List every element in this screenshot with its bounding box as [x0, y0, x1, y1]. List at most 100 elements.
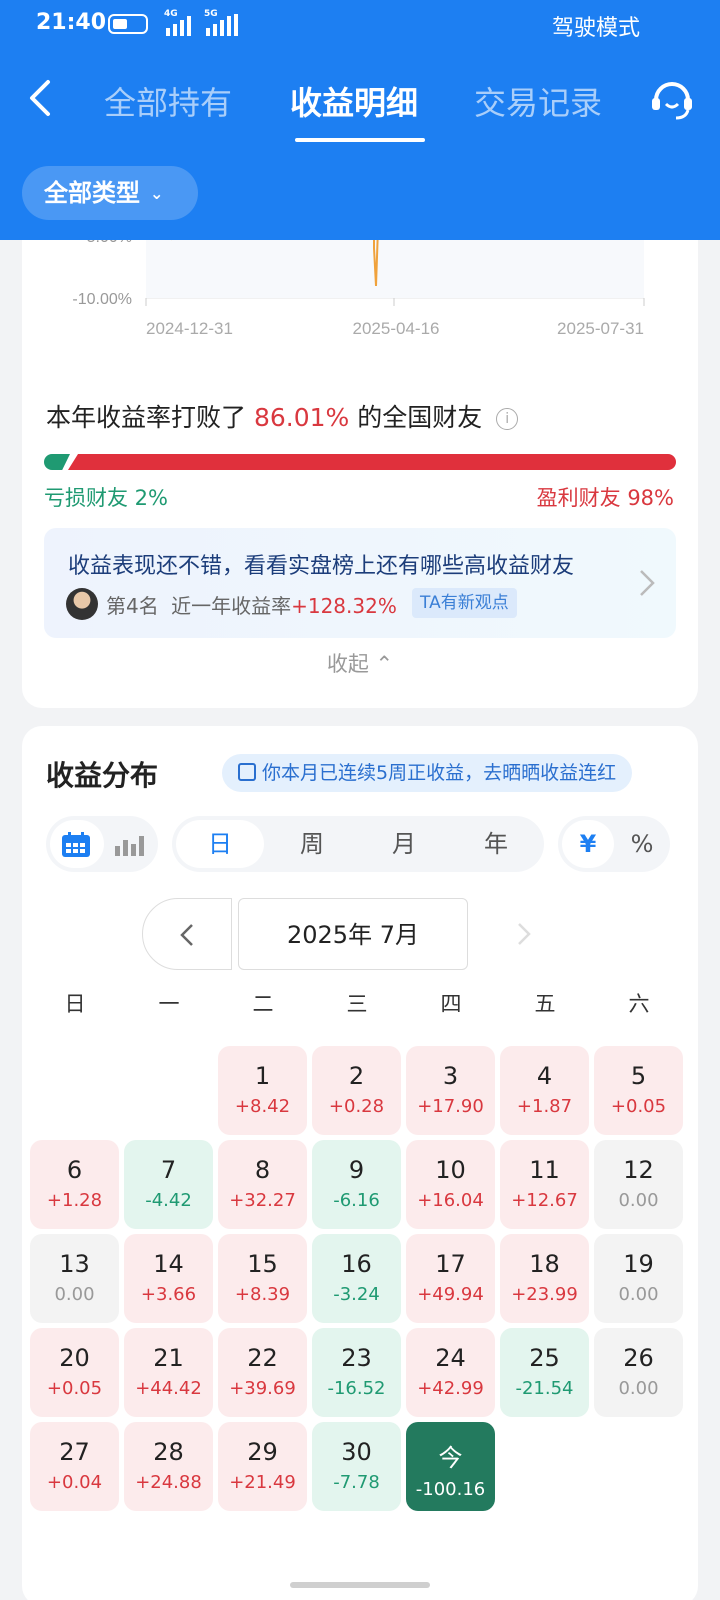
calendar-day[interactable]: 16 -3.24 — [312, 1234, 401, 1323]
chevron-left-icon — [180, 924, 193, 946]
new-view-badge: TA有新观点 — [412, 588, 517, 618]
prev-month-button[interactable] — [142, 898, 232, 970]
home-indicator — [290, 1582, 430, 1588]
ytick-label: -10.00% — [72, 291, 132, 308]
calendar-day[interactable]: 27 +0.04 — [30, 1422, 119, 1511]
net-label-1: 4G — [164, 9, 178, 19]
day-number: 9 — [348, 1156, 365, 1184]
calendar-day[interactable]: 6 +1.28 — [30, 1140, 119, 1229]
xtick-label: 2025-07-31 — [557, 319, 644, 338]
day-number: 26 — [623, 1344, 654, 1372]
day-profit: +44.42 — [135, 1378, 202, 1399]
day-number: 22 — [247, 1344, 278, 1372]
day-number: 21 — [153, 1344, 184, 1372]
profit-share-bar — [68, 454, 676, 470]
calendar-day[interactable]: 11 +12.67 — [500, 1140, 589, 1229]
calendar-day[interactable]: 22 +39.69 — [218, 1328, 307, 1417]
type-filter-dropdown[interactable]: 全部类型 ⌄ — [22, 166, 198, 220]
tab-trade-records[interactable]: 交易记录 — [474, 78, 602, 124]
collapse-button[interactable]: 收起 ⌃ — [22, 648, 698, 678]
calendar-day[interactable]: 26 0.00 — [594, 1328, 683, 1417]
calendar-day[interactable]: 15 +8.39 — [218, 1234, 307, 1323]
period-week[interactable]: 周 — [268, 816, 356, 872]
unit-percent[interactable]: % — [616, 816, 668, 872]
beat-rate-line: 本年收益率打败了 86.01% 的全国财友 i — [46, 398, 519, 434]
day-number: 6 — [66, 1156, 83, 1184]
calendar-day[interactable]: 25 -21.54 — [500, 1328, 589, 1417]
calendar-day[interactable]: 21 +44.42 — [124, 1328, 213, 1417]
calendar-icon[interactable] — [61, 832, 91, 858]
calendar-day[interactable]: 7 -4.42 — [124, 1140, 213, 1229]
day-profit: +21.49 — [229, 1472, 296, 1493]
day-profit: +0.05 — [610, 1096, 667, 1117]
day-number: 28 — [153, 1438, 184, 1466]
day-number: 1 — [254, 1062, 271, 1090]
back-arrow-icon[interactable] — [22, 78, 62, 118]
period-year[interactable]: 年 — [452, 816, 540, 872]
calendar-day[interactable]: 19 0.00 — [594, 1234, 683, 1323]
calendar-day[interactable]: 13 0.00 — [30, 1234, 119, 1323]
day-profit: +16.04 — [417, 1190, 484, 1211]
day-profit: 0.00 — [618, 1190, 659, 1211]
calendar-day[interactable]: 2 +0.28 — [312, 1046, 401, 1135]
customer-service-icon[interactable] — [648, 74, 696, 122]
calendar-day[interactable]: 14 +3.66 — [124, 1234, 213, 1323]
day-number: 5 — [630, 1062, 647, 1090]
chevron-right-icon — [640, 570, 655, 596]
day-profit: +0.04 — [46, 1472, 103, 1493]
day-profit: -21.54 — [515, 1378, 574, 1399]
promo-text: 收益表现还不错，看看实盘榜上还有哪些高收益财友 — [68, 554, 575, 579]
day-profit: -16.52 — [327, 1378, 386, 1399]
day-profit: +24.88 — [135, 1472, 202, 1493]
chevron-up-icon: ⌃ — [375, 652, 394, 676]
calendar-day[interactable]: 3 +17.90 — [406, 1046, 495, 1135]
calendar-day[interactable]: 29 +21.49 — [218, 1422, 307, 1511]
unit-amount[interactable]: ¥ — [562, 816, 614, 872]
loss-share-bar — [44, 454, 70, 470]
rank-label: 第4名 — [106, 594, 159, 618]
calendar-day[interactable]: 1 +8.42 — [218, 1046, 307, 1135]
weekday-label: 三 — [346, 992, 368, 1016]
section-title: 收益分布 — [46, 759, 159, 792]
calendar-day[interactable]: 10 +16.04 — [406, 1140, 495, 1229]
day-number: 17 — [435, 1250, 466, 1278]
tab-profit-details[interactable]: 收益明细 — [290, 78, 418, 124]
day-profit: +1.87 — [516, 1096, 573, 1117]
leaderboard-promo[interactable]: 收益表现还不错，看看实盘榜上还有哪些高收益财友 第4名 近一年收益率+128.3… — [44, 528, 676, 638]
signal-4g-icon: 4G — [164, 9, 191, 36]
tab-all-holdings[interactable]: 全部持有 — [104, 78, 232, 124]
streak-text: 你本月已连续5周正收益，去晒晒收益连红 — [262, 762, 617, 784]
day-profit: +0.28 — [328, 1096, 385, 1117]
calendar-day[interactable]: 17 +49.94 — [406, 1234, 495, 1323]
calendar-day[interactable]: 24 +42.99 — [406, 1328, 495, 1417]
calendar-day[interactable]: 5 +0.05 — [594, 1046, 683, 1135]
calendar-day[interactable]: 9 -6.16 — [312, 1140, 401, 1229]
chevron-down-icon: ⌄ — [150, 184, 164, 203]
calendar-day[interactable]: 28 +24.88 — [124, 1422, 213, 1511]
calendar-day[interactable]: 30 -7.78 — [312, 1422, 401, 1511]
weekday-label: 一 — [158, 992, 180, 1016]
calendar-day[interactable]: 23 -16.52 — [312, 1328, 401, 1417]
period-month[interactable]: 月 — [360, 816, 448, 872]
day-profit: +8.42 — [234, 1096, 291, 1117]
profit-summary-card: -5.00% -10.00% 2024-12-31 2025-04-16 202… — [22, 218, 698, 708]
streak-share-banner[interactable]: 你本月已连续5周正收益，去晒晒收益连红 — [222, 754, 633, 792]
day-number: 20 — [59, 1344, 90, 1372]
calendar-day[interactable]: 20 +0.05 — [30, 1328, 119, 1417]
info-icon[interactable]: i — [496, 408, 519, 430]
day-profit: +39.69 — [229, 1378, 296, 1399]
period-day[interactable]: 日 — [176, 816, 264, 872]
calendar-day[interactable]: 18 +23.99 — [500, 1234, 589, 1323]
current-month[interactable]: 2025年 7月 — [238, 898, 468, 970]
day-number: 3 — [442, 1062, 459, 1090]
calendar-day[interactable]: 12 0.00 — [594, 1140, 683, 1229]
day-profit: 0.00 — [618, 1378, 659, 1399]
win-loss-bar — [44, 454, 676, 470]
calendar-day[interactable]: 4 +1.87 — [500, 1046, 589, 1135]
next-month-button[interactable] — [480, 898, 570, 970]
day-profit: -100.16 — [415, 1479, 486, 1500]
type-filter-label: 全部类型 — [44, 179, 140, 207]
calendar-day-today[interactable]: 今 -100.16 — [406, 1422, 495, 1511]
calendar-day[interactable]: 8 +32.27 — [218, 1140, 307, 1229]
bar-chart-icon[interactable] — [114, 834, 144, 856]
